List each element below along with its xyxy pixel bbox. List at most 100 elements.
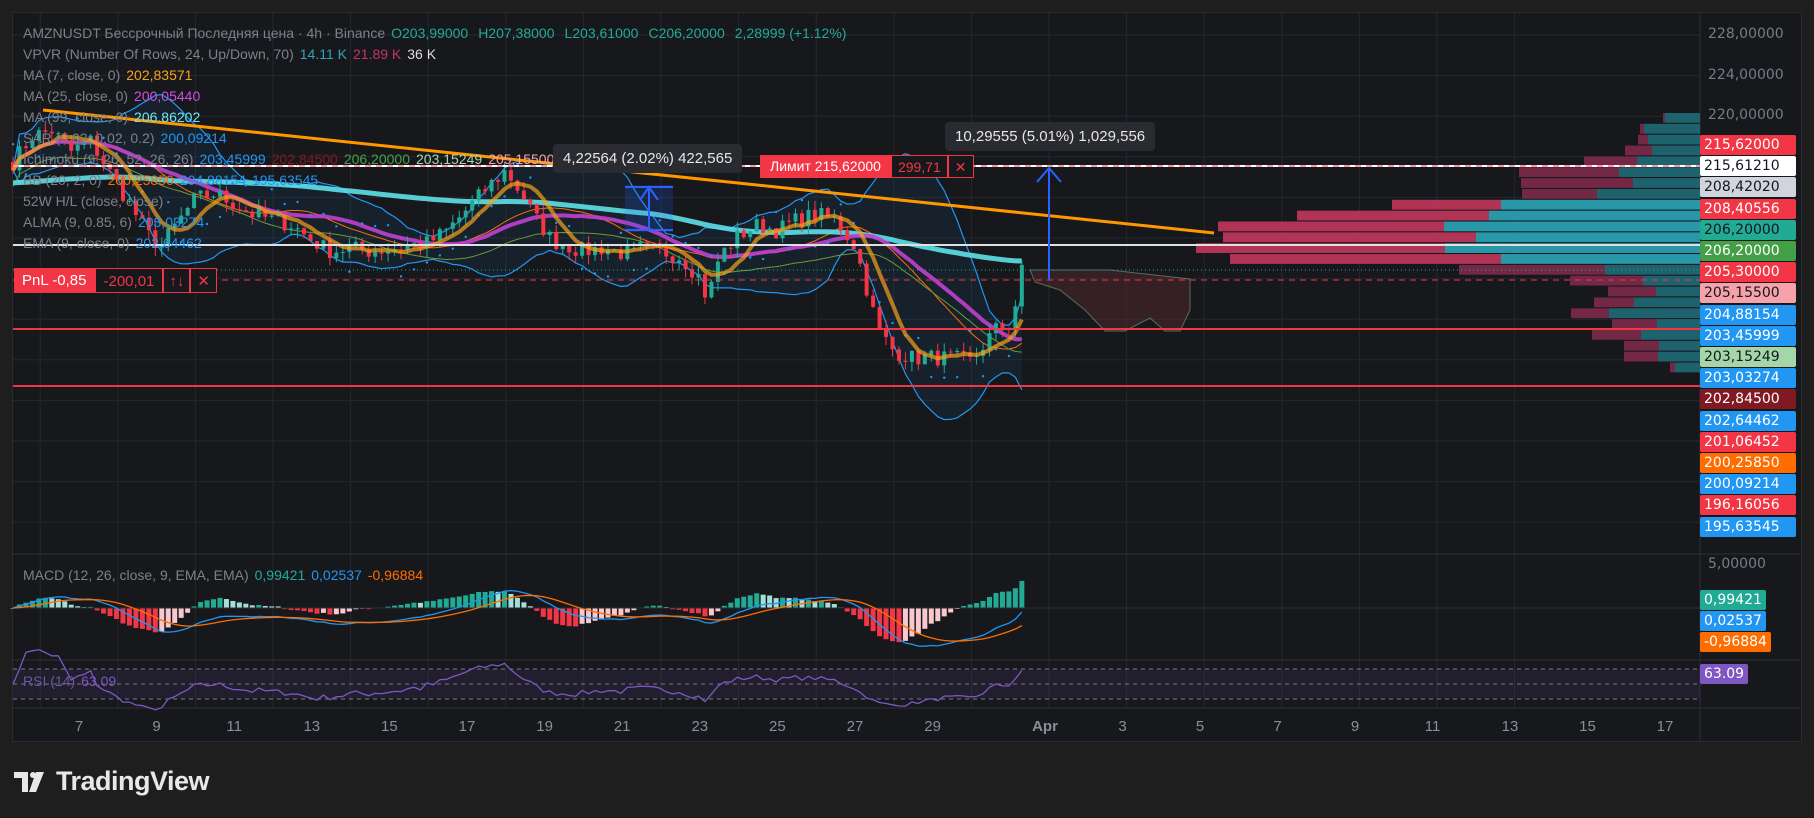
limit-order-qty[interactable]: 299,71 (890, 155, 948, 178)
macd-histogram-bar (450, 597, 456, 609)
vpvr-down-bar (1570, 275, 1643, 286)
vpvr-up-bar (1597, 188, 1700, 199)
vpvr-down-bar (1624, 351, 1658, 362)
vpvr-down-bar (1612, 319, 1657, 329)
candle-body (198, 190, 203, 194)
macd-histogram-bar (49, 598, 55, 609)
limit-order-label[interactable]: Лимит 215,62000 (760, 155, 891, 178)
price-label: 200,25850 (1700, 453, 1796, 473)
legend-ichimoku[interactable]: Ichimoku (9, 26, 52, 26, 26) 203,45999 202… (23, 151, 560, 167)
measure-label-1[interactable]: 4,22564 (2.02%) 422,565 (553, 144, 743, 173)
candle-body (567, 245, 572, 253)
candle-body (237, 209, 242, 211)
candle-body (644, 241, 649, 243)
candle-body (560, 245, 565, 250)
ichimoku-v5: 205,15500 (488, 151, 555, 167)
legend-ma7[interactable]: MA (7, close, 0) 202,83571 (23, 67, 198, 83)
sar-dot (438, 254, 442, 257)
close-icon[interactable]: ✕ (947, 155, 974, 178)
legend-ema[interactable]: EMA (9, close, 0) 202,64462 (23, 235, 208, 251)
sar-dot (1007, 354, 1011, 358)
vpvr-up-bar (1619, 167, 1700, 178)
ma99-label: MA (99, close, 0) (23, 109, 129, 125)
vpvr-up-bar (1665, 113, 1700, 123)
macd-histogram-bar (489, 591, 495, 609)
sar-dot (800, 198, 804, 202)
candle-body (702, 274, 707, 298)
position-pnl-tag[interactable]: PnL -0,85 -200,01 ↑↓ ✕ (14, 268, 217, 293)
bb-basis: 200,25850 (107, 172, 174, 188)
candle-body (709, 281, 714, 298)
tradingview-logo[interactable]: TradingView (14, 766, 210, 797)
legend-rsi[interactable]: RSI (14) 63.09 (23, 673, 122, 689)
sar-dot (335, 225, 338, 228)
ichimoku-v2: 202,84500 (271, 151, 338, 167)
candle-body (437, 229, 442, 241)
macd-histogram-bar (211, 599, 217, 609)
macd-histogram-bar (618, 608, 624, 616)
candle-body (715, 261, 720, 282)
macd-histogram-bar (935, 608, 941, 622)
macd-histogram-bar (327, 608, 333, 615)
ohlc-open: O203,99000 (391, 25, 469, 41)
legend-ma25[interactable]: MA (25, close, 0) 200,05440 (23, 88, 206, 104)
ma25-value: 200,05440 (134, 88, 201, 104)
candle-body (696, 274, 701, 278)
vpvr-up-bar (1644, 123, 1700, 134)
price-label: 208,40556 (1700, 198, 1796, 219)
limit-order-tag[interactable]: Лимит 215,62000 299,71 ✕ (760, 155, 974, 178)
macd-histogram-bar (553, 608, 559, 624)
vpvr-down-bar (1571, 308, 1609, 319)
price-label: 202,84500 (1700, 389, 1796, 410)
candle-body (638, 241, 643, 244)
measure-label-2[interactable]: 10,29555 (5.01%) 1,029,556 (945, 122, 1156, 151)
sar-dot (761, 257, 765, 261)
sar-dot (917, 336, 920, 340)
candle-body (327, 240, 332, 259)
macd-histogram-bar (1012, 588, 1018, 609)
candle-body (521, 190, 526, 200)
vpvr-down-bar (1521, 178, 1633, 188)
ma25-label: MA (25, close, 0) (23, 88, 129, 104)
candle-body (845, 230, 850, 241)
macd-price-label: 0,02537 (1700, 611, 1766, 631)
macd-histogram-bar (948, 608, 954, 613)
macd-histogram-bar (851, 608, 857, 616)
time-tick: 9 (152, 718, 161, 735)
macd-histogram-bar (437, 599, 443, 609)
sar-dot (555, 221, 558, 225)
legend-macd[interactable]: MACD (12, 26, close, 9, EMA, EMA) 0,99421… (23, 567, 429, 583)
price-label: 200,09214 (1700, 474, 1796, 495)
vpvr-up-bar (1501, 254, 1700, 264)
sar-dot (697, 246, 700, 250)
time-tick: 3 (1118, 718, 1127, 735)
symbol-title[interactable]: AMZNUSDT Бессрочный Последняя цена · 4h … (23, 25, 385, 41)
sar-dot (839, 203, 842, 206)
legend-bb[interactable]: BB (20, 2, 0) 200,25850 204,88154 195,63545 (23, 172, 324, 188)
legend-vpvr[interactable]: VPVR (Number Of Rows, 24, Up/Down, 70) 14… (23, 46, 442, 62)
legend-ma99[interactable]: MA (99, close, 0) 206.86202 (23, 109, 206, 125)
macd-price-label: -0,96884 (1700, 632, 1771, 652)
sar-dot (296, 200, 299, 204)
close-position-icon[interactable]: ✕ (190, 268, 217, 293)
candle-body (909, 350, 914, 362)
macd-histogram-bar (230, 600, 236, 609)
candle-body (528, 199, 533, 204)
chart-canvas[interactable] (0, 0, 1814, 818)
time-tick: 11 (226, 718, 242, 735)
bb-label: BB (20, 2, 0) (23, 172, 102, 188)
time-tick: 17 (458, 718, 476, 735)
legend-52w[interactable]: 52W H/L (close, close) (23, 193, 169, 209)
legend-sar[interactable]: SAR (0.02, 0.02, 0.2) 200,09214 (23, 130, 233, 146)
price-label: 215,61210 (1700, 156, 1796, 177)
vpvr-up-bar (1476, 232, 1700, 243)
candle-body (450, 222, 455, 229)
macd-histogram-bar (818, 601, 824, 609)
candle-body (728, 247, 733, 249)
reverse-position-icon[interactable]: ↑↓ (163, 268, 191, 293)
legend-alma[interactable]: ALMA (9, 0.85, 6) 203,03274 (23, 214, 210, 230)
candle-body (877, 306, 882, 329)
price-label: 208,42020 (1700, 177, 1796, 198)
alma-value: 203,03274 (137, 214, 205, 230)
candle-body (903, 360, 908, 362)
